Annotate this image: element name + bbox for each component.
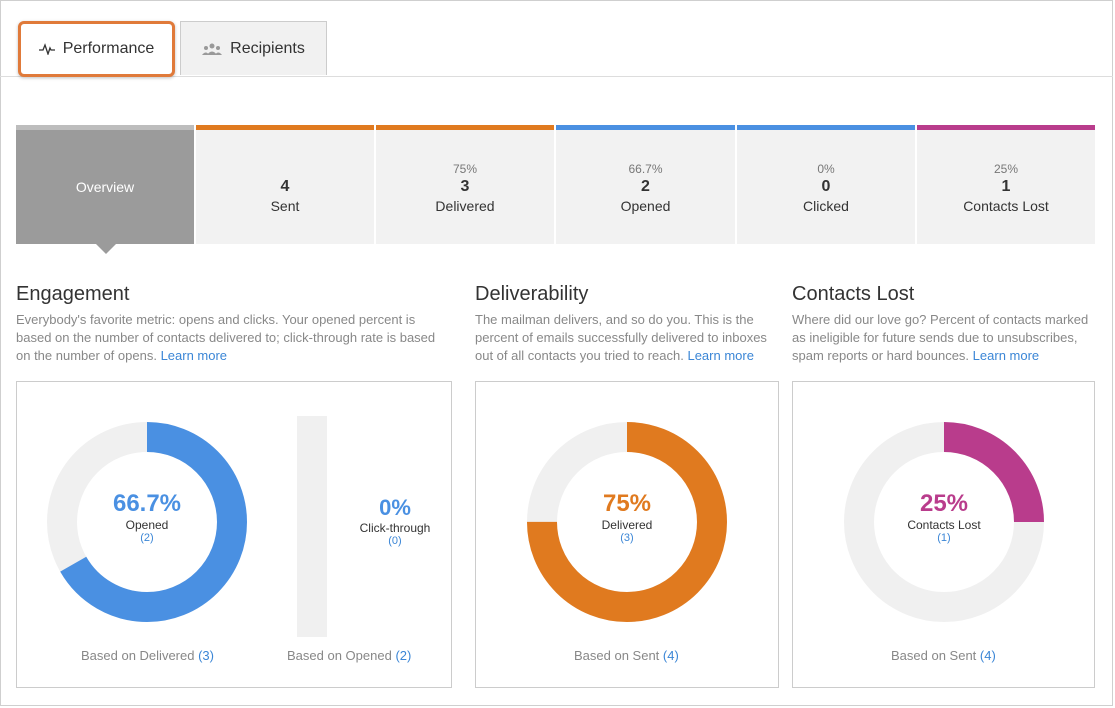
- click-through-percent: 0%: [379, 495, 411, 520]
- foot-text: Based on Sent: [891, 648, 977, 663]
- foot-count[interactable]: (4): [980, 648, 996, 663]
- deliverability-foot: Based on Sent (4): [574, 648, 679, 663]
- engagement-opened-label: Opened: [125, 518, 169, 532]
- stat-bar: [556, 125, 735, 130]
- contacts-lost-donut-label: 25% Contacts Lost (1): [864, 490, 1024, 544]
- tab-performance-label: Performance: [62, 40, 155, 57]
- tab-recipients[interactable]: Recipients: [180, 21, 327, 75]
- delivered-count: (3): [620, 532, 634, 544]
- contacts-lost-description: Where did our love go? Percent of contac…: [792, 311, 1097, 365]
- contacts-lost-desc-text: Where did our love go? Percent of contac…: [792, 312, 1089, 363]
- delivered-label: Delivered: [601, 518, 653, 532]
- foot-text: Based on Delivered: [81, 648, 195, 663]
- people-icon: [202, 43, 223, 55]
- engagement-opened-percent: 66.7%: [112, 490, 182, 517]
- stat-opened-label: Opened: [620, 198, 671, 214]
- foot-text: Based on Sent: [574, 648, 660, 663]
- contacts-lost-label: Contacts Lost: [907, 518, 981, 532]
- tab-performance[interactable]: Performance: [18, 21, 175, 77]
- stat-opened-percent: 66.7%: [628, 162, 663, 176]
- tab-recipients-label: Recipients: [230, 39, 305, 57]
- contacts-lost-count: (1): [937, 532, 951, 544]
- overview-pointer: [96, 244, 116, 254]
- click-through-label: 0% Click-through (0): [345, 495, 445, 547]
- stat-overview[interactable]: Overview: [16, 125, 194, 244]
- stats-strip: Overview 4 Sent 75% 3 Delivered 66.7% 2 …: [16, 125, 1095, 244]
- click-through-count: (0): [388, 535, 402, 547]
- foot-count[interactable]: (2): [395, 648, 411, 663]
- foot-count[interactable]: (3): [198, 648, 214, 663]
- foot-count[interactable]: (4): [663, 648, 679, 663]
- stat-bar: [376, 125, 554, 130]
- stat-clicked-label: Clicked: [803, 198, 849, 214]
- deliverability-learn-more-link[interactable]: Learn more: [687, 348, 753, 363]
- stat-delivered-percent: 75%: [452, 162, 478, 176]
- stat-delivered[interactable]: 75% 3 Delivered: [376, 125, 554, 244]
- stat-bar: [737, 125, 915, 130]
- stat-delivered-number: 3: [460, 178, 470, 195]
- stat-lost-percent: 25%: [993, 162, 1019, 176]
- stat-clicked-percent: 0%: [817, 162, 835, 176]
- pulse-icon: [38, 43, 55, 55]
- stat-sent[interactable]: 4 Sent: [196, 125, 374, 244]
- stat-opened[interactable]: 66.7% 2 Opened: [556, 125, 735, 244]
- stat-delivered-label: Delivered: [435, 198, 495, 214]
- engagement-description: Everybody's favorite metric: opens and c…: [16, 311, 446, 365]
- stat-opened-number: 2: [641, 178, 650, 195]
- stat-bar: [917, 125, 1095, 130]
- engagement-title: Engagement: [16, 283, 130, 305]
- deliverability-description: The mailman delivers, and so do you. Thi…: [475, 311, 775, 365]
- engagement-donut-label: 66.7% Opened (2): [67, 490, 227, 544]
- stat-bar: [16, 125, 194, 130]
- stat-sent-number: 4: [280, 178, 290, 195]
- stat-overview-label: Overview: [75, 179, 135, 195]
- stat-bar: [196, 125, 374, 130]
- stat-lost-number: 1: [1001, 178, 1011, 195]
- foot-text: Based on Opened: [287, 648, 392, 663]
- stat-clicked-number: 0: [821, 178, 831, 195]
- click-through-bar: [297, 416, 327, 637]
- contacts-lost-foot: Based on Sent (4): [891, 648, 996, 663]
- delivered-percent: 75%: [602, 490, 652, 517]
- deliverability-donut-label: 75% Delivered (3): [547, 490, 707, 544]
- click-through-text: Click-through: [359, 521, 431, 535]
- engagement-foot-left: Based on Delivered (3): [81, 648, 214, 663]
- stat-contacts-lost[interactable]: 25% 1 Contacts Lost: [917, 125, 1095, 244]
- contacts-lost-percent: 25%: [919, 490, 969, 517]
- contacts-lost-learn-more-link[interactable]: Learn more: [973, 348, 1039, 363]
- deliverability-title: Deliverability: [475, 283, 589, 305]
- engagement-foot-right: Based on Opened (2): [287, 648, 411, 663]
- stat-sent-label: Sent: [270, 198, 300, 214]
- engagement-opened-count: (2): [140, 532, 154, 544]
- engagement-learn-more-link[interactable]: Learn more: [161, 348, 227, 363]
- tab-bar: Performance Recipients: [0, 0, 1113, 77]
- stat-clicked[interactable]: 0% 0 Clicked: [737, 125, 915, 244]
- contacts-lost-title: Contacts Lost: [792, 283, 915, 305]
- stat-lost-label: Contacts Lost: [963, 198, 1049, 214]
